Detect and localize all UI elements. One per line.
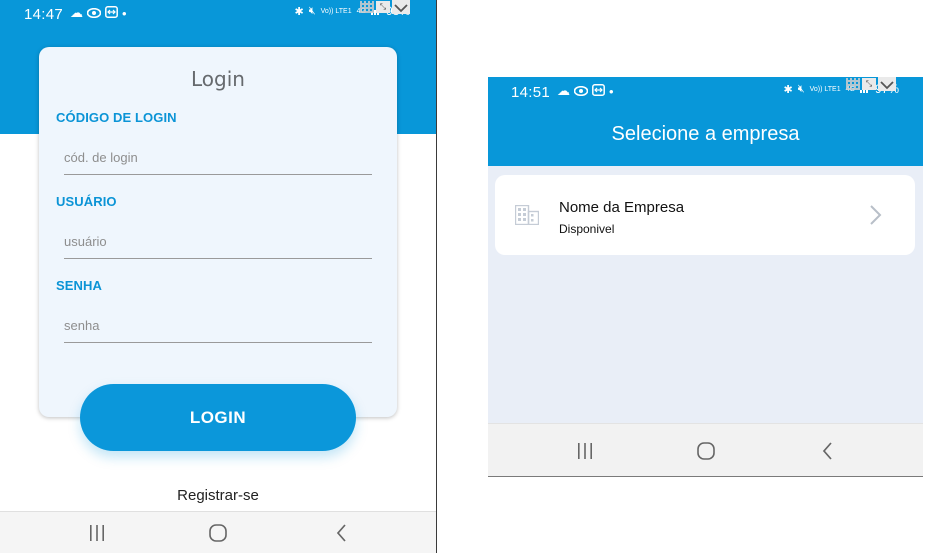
cloud-icon: ☁ — [557, 83, 570, 98]
back-icon — [336, 524, 346, 542]
home-icon — [697, 442, 715, 460]
password-label: SENHA — [56, 278, 103, 293]
username-input[interactable] — [64, 229, 372, 259]
mute-icon: 🔇︎ — [308, 4, 316, 17]
chevron-down-icon[interactable] — [878, 77, 896, 91]
back-button[interactable] — [322, 512, 362, 553]
login-code-input[interactable] — [64, 145, 372, 175]
screen-overlay-controls[interactable]: ⤡ — [846, 77, 896, 91]
mute-icon: 🔇︎ — [797, 82, 805, 95]
home-button[interactable] — [198, 512, 238, 553]
expand-icon[interactable]: ⤡ — [376, 1, 390, 13]
recents-icon — [90, 525, 104, 541]
dot-icon: • — [122, 5, 127, 21]
recents-button[interactable] — [565, 424, 605, 476]
recents-icon — [578, 443, 592, 459]
volte-label: Vo)) LTE1 — [320, 7, 352, 15]
status-notification-icons: ☁ • — [557, 83, 614, 99]
status-time: 14:51 — [511, 84, 551, 101]
android-navbar — [0, 511, 436, 553]
recents-button[interactable] — [77, 512, 117, 553]
bluetooth-icon: ✱ — [783, 83, 793, 96]
grid-icon[interactable] — [360, 1, 374, 13]
dot-icon: • — [609, 83, 614, 99]
login-title: Login — [191, 67, 245, 91]
cloud-icon: ☁ — [70, 5, 83, 20]
company-status: Disponivel — [559, 222, 615, 236]
username-label: USUÁRIO — [56, 194, 117, 209]
login-screen: 14:47 ☁ • ✱ 🔇︎ Vo)) LTE1 4G 98% — [0, 0, 436, 553]
grid-icon[interactable] — [846, 78, 860, 90]
back-button[interactable] — [808, 424, 848, 476]
company-screen-title: Selecione a empresa — [611, 123, 800, 145]
company-name: Nome da Empresa — [559, 199, 685, 216]
home-button[interactable] — [686, 424, 726, 476]
company-header: 14:51 ☁ • ✱ 🔇︎ Vo)) LTE1 4G — [488, 77, 923, 166]
status-time: 14:47 — [24, 6, 64, 23]
expand-icon[interactable]: ⤡ — [862, 78, 876, 90]
teamviewer-icon — [592, 83, 605, 99]
login-code-label: CÓDIGO DE LOGIN — [56, 110, 177, 125]
chevron-right-icon — [869, 204, 883, 230]
screen-overlay-controls[interactable]: ⤡ — [360, 0, 410, 14]
status-notification-icons: ☁ • — [70, 5, 127, 21]
building-icon — [514, 204, 540, 229]
register-link[interactable]: Registrar-se — [0, 487, 436, 504]
company-list-item[interactable]: Nome da Empresa Disponivel — [495, 175, 915, 255]
teamviewer-icon — [105, 5, 118, 21]
volte-label: Vo)) LTE1 — [809, 85, 841, 93]
password-input[interactable] — [64, 313, 372, 343]
page: 14:47 ☁ • ✱ 🔇︎ Vo)) LTE1 4G 98% — [0, 0, 949, 553]
login-card: Login CÓDIGO DE LOGIN USUÁRIO SENHA — [39, 47, 397, 417]
chevron-down-icon[interactable] — [392, 0, 410, 14]
android-navbar — [488, 423, 923, 476]
back-icon — [822, 442, 832, 460]
login-button[interactable]: LOGIN — [80, 384, 356, 451]
screen-divider — [436, 0, 437, 553]
company-select-screen: 14:51 ☁ • ✱ 🔇︎ Vo)) LTE1 4G — [488, 77, 923, 477]
home-icon — [209, 524, 227, 542]
eye-icon — [86, 6, 102, 21]
eye-icon — [573, 84, 589, 99]
bluetooth-icon: ✱ — [294, 5, 304, 18]
